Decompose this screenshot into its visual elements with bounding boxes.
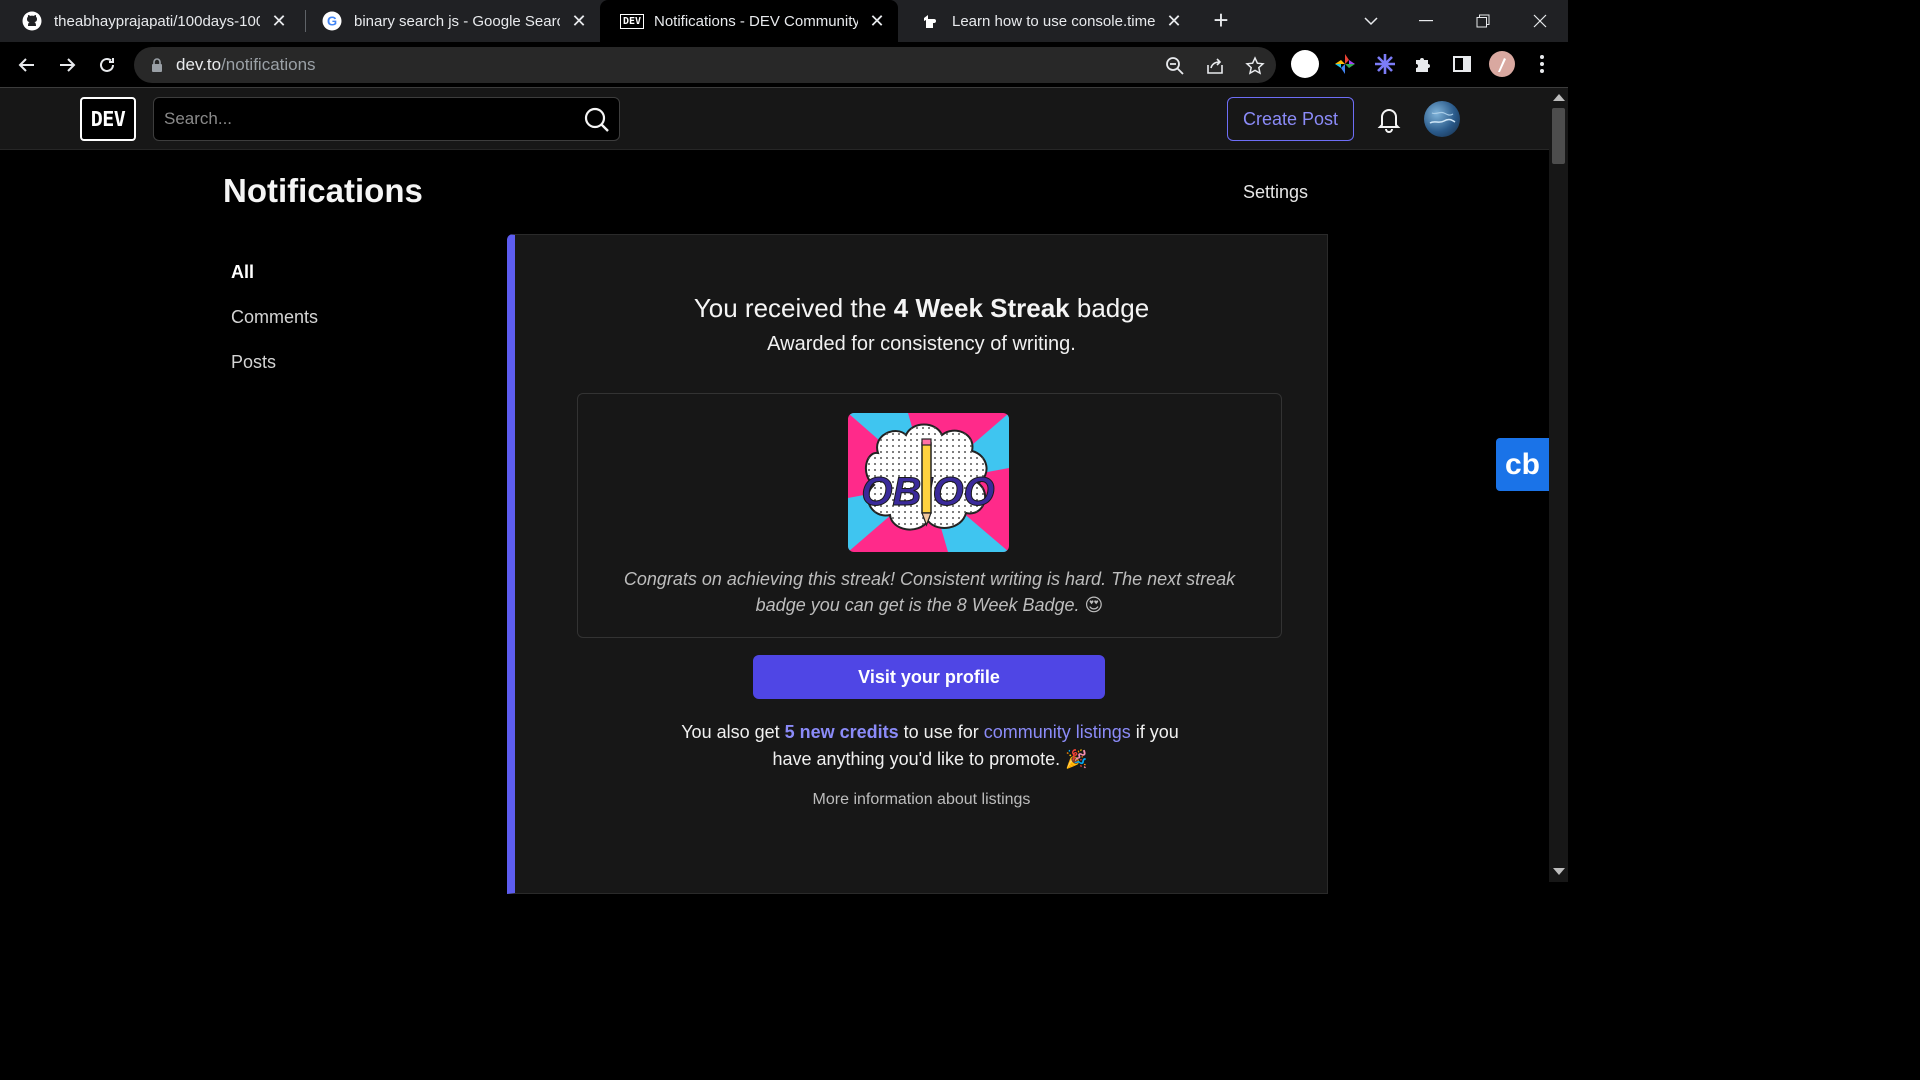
dev-logo[interactable]: DEV [80, 97, 136, 141]
search-input[interactable] [154, 98, 574, 140]
profile-avatar-icon[interactable] [1487, 49, 1517, 79]
badge-box: OBIOO Congrats on achieving this streak!… [577, 393, 1282, 638]
more-info-link[interactable]: More information about listings [515, 791, 1328, 809]
settings-link[interactable]: Settings [1243, 182, 1308, 203]
scroll-up-icon[interactable] [1553, 94, 1565, 101]
url-text: dev.to/notifications [176, 55, 316, 74]
close-icon[interactable]: ✕ [868, 11, 886, 31]
credits-highlight: 5 new credits [784, 722, 899, 742]
dev-icon: DEV [619, 11, 645, 31]
github-icon [22, 11, 42, 31]
notification-subtitle: Awarded for consistency of writing. [767, 333, 1076, 355]
back-arrow-icon[interactable] [12, 50, 42, 80]
tab-search-chevron-icon[interactable] [1343, 0, 1399, 42]
close-icon[interactable]: ✕ [1165, 11, 1183, 31]
google-icon: G [322, 11, 342, 31]
scrollbar[interactable] [1549, 88, 1568, 882]
forward-arrow-icon[interactable] [52, 50, 82, 80]
zoom-icon[interactable] [1164, 55, 1186, 77]
sidebar-item-comments[interactable]: Comments [231, 307, 318, 352]
browser-tab-bar: theabhayprajapati/100days-100b ✕ G binar… [0, 0, 1568, 42]
page-title: Notifications [223, 172, 423, 209]
bell-icon[interactable] [1374, 104, 1404, 134]
badge-image: OBIOO [848, 413, 1009, 552]
hand-icon [920, 11, 940, 31]
sidebar-item-posts[interactable]: Posts [231, 352, 318, 397]
search-icon[interactable] [583, 106, 611, 134]
close-icon[interactable]: ✕ [570, 11, 588, 31]
tab-google-search[interactable]: G binary search js - Google Search ✕ [300, 0, 600, 42]
scroll-down-icon[interactable] [1553, 868, 1565, 875]
browser-menu-icon[interactable] [1527, 49, 1557, 79]
svg-text:G: G [327, 14, 337, 29]
site-header: DEV Create Post [0, 88, 1549, 150]
scroll-thumb[interactable] [1552, 108, 1565, 164]
tab-console-time[interactable]: Learn how to use console.time in ✕ [898, 0, 1195, 42]
notification-headline: You received the 4 Week Streak badge [693, 293, 1150, 323]
extensions-puzzle-icon[interactable] [1408, 49, 1438, 79]
browser-toolbar: dev.to/notifications [0, 42, 1568, 88]
cb-extension-badge[interactable]: cb [1496, 438, 1549, 491]
extension-white-circle-icon[interactable] [1290, 49, 1320, 79]
congrats-message: Congrats on achieving this streak! Consi… [623, 569, 1236, 615]
credits-message: You also get 5 new credits to use for co… [681, 722, 1179, 769]
share-icon[interactable] [1204, 55, 1226, 77]
window-close-icon[interactable] [1512, 0, 1568, 42]
tab-github[interactable]: theabhayprajapati/100days-100b ✕ [0, 0, 300, 42]
minimize-icon[interactable] [1398, 0, 1454, 42]
tab-dev-notifications[interactable]: DEV Notifications - DEV Community 👩‍💻 ✕ [600, 0, 898, 42]
color-picker-extension-icon[interactable] [1330, 49, 1360, 79]
bookmark-star-icon[interactable] [1244, 55, 1266, 77]
tab-title: Notifications - DEV Community 👩‍💻 [654, 13, 858, 30]
tab-title: theabhayprajapati/100days-100b [54, 12, 260, 30]
new-tab-button[interactable]: + [1208, 7, 1234, 34]
side-panel-icon[interactable] [1447, 49, 1477, 79]
lock-icon [152, 58, 162, 72]
notifications-sidebar: All Comments Posts [231, 262, 318, 397]
search-box[interactable] [153, 97, 620, 141]
tab-title: Learn how to use console.time in [952, 12, 1155, 30]
close-icon[interactable]: ✕ [270, 11, 288, 31]
sidebar-item-all[interactable]: All [231, 262, 318, 307]
reload-icon[interactable] [92, 50, 122, 80]
tab-title: binary search js - Google Search [354, 12, 560, 30]
create-post-button[interactable]: Create Post [1227, 97, 1354, 141]
visit-profile-button[interactable]: Visit your profile [753, 655, 1105, 699]
asterisk-extension-icon[interactable] [1370, 49, 1400, 79]
community-listings-link[interactable]: community listings [984, 722, 1131, 742]
restore-icon[interactable] [1455, 0, 1511, 42]
badge-notification-card: You received the 4 Week Streak badge Awa… [507, 234, 1328, 894]
user-avatar[interactable] [1424, 101, 1460, 137]
badge-name: 4 Week Streak [893, 293, 1070, 323]
address-bar[interactable]: dev.to/notifications [134, 47, 1276, 83]
